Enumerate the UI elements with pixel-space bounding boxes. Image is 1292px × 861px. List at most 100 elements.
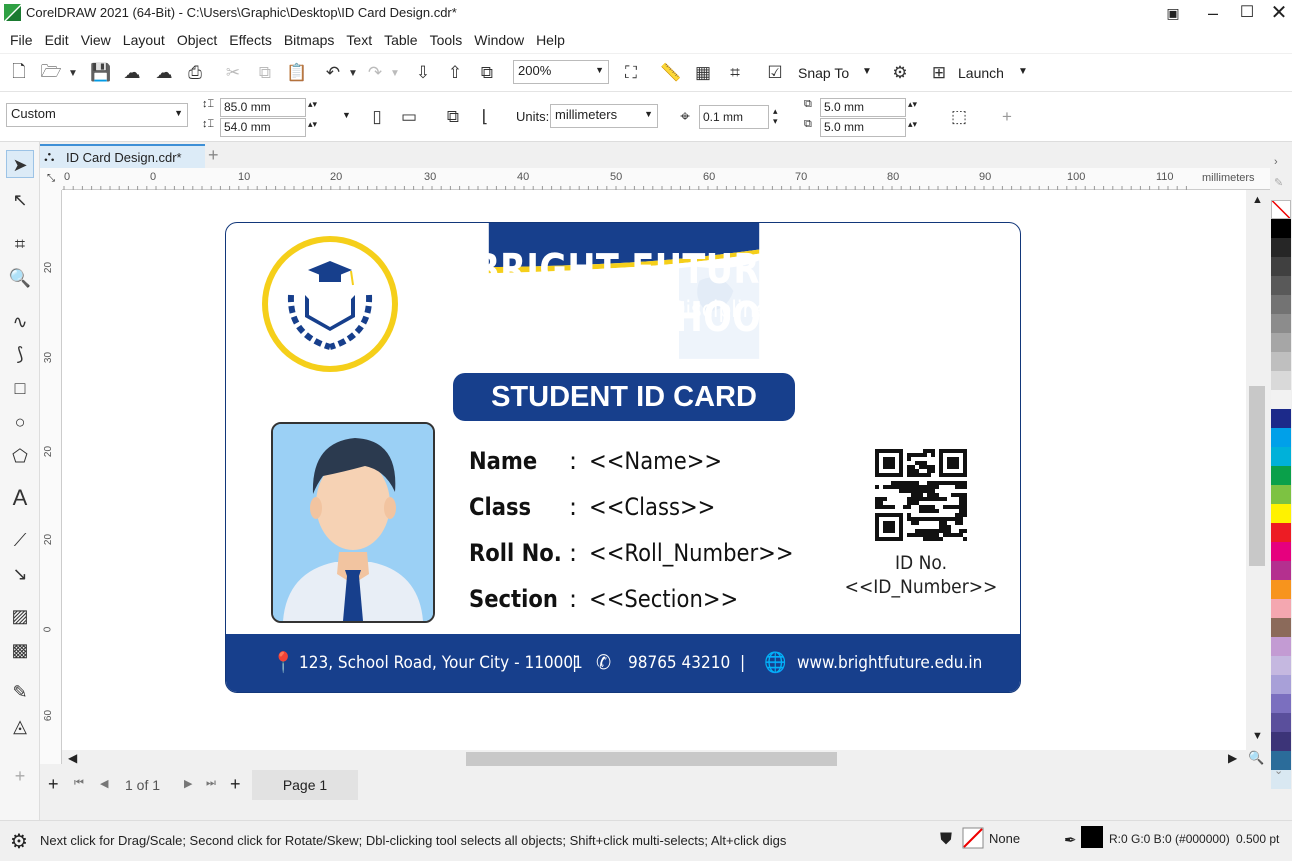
add-page-before-icon[interactable]: +: [48, 774, 59, 795]
zoom-level-select[interactable]: 200% ▼: [513, 60, 609, 84]
portrait-icon[interactable]: ▯: [364, 104, 390, 130]
paste-icon[interactable]: 📋: [284, 60, 310, 86]
ruler-origin-icon[interactable]: ⤡: [40, 168, 62, 190]
dup-y-stepper[interactable]: ▴▾: [908, 119, 917, 130]
palette-swatch[interactable]: [1271, 485, 1291, 504]
import-icon[interactable]: ⇩: [410, 60, 436, 86]
school-name[interactable]: BRIGHT FUTURE PUBLIC SCHOOL: [443, 245, 965, 341]
treat-as-filled-icon[interactable]: ⬚: [946, 104, 972, 130]
vertical-scroll-thumb[interactable]: [1249, 386, 1265, 566]
freehand-tool-icon[interactable]: ∿: [6, 308, 34, 336]
previous-page-icon[interactable]: ◀: [100, 777, 108, 790]
add-icon[interactable]: +: [994, 104, 1020, 130]
status-settings-icon[interactable]: ⚙: [10, 829, 28, 854]
palette-swatch[interactable]: [1271, 466, 1291, 485]
snap-to-button[interactable]: Snap To: [798, 65, 849, 81]
menu-table[interactable]: Table: [384, 28, 417, 52]
palette-swatch[interactable]: [1271, 314, 1291, 333]
menu-file[interactable]: File: [10, 28, 33, 52]
close-button[interactable]: ✕: [1262, 2, 1292, 24]
scroll-down-icon[interactable]: ▼: [1252, 730, 1263, 742]
horizontal-scrollbar[interactable]: ◀ ▶: [62, 750, 1246, 768]
launch-dropdown-icon[interactable]: ▼: [1018, 66, 1028, 77]
scroll-left-icon[interactable]: ◀: [68, 751, 77, 765]
palette-swatch[interactable]: [1271, 694, 1291, 713]
document-tab[interactable]: ⛬ ID Card Design.cdr*: [40, 144, 205, 168]
menu-bitmaps[interactable]: Bitmaps: [284, 28, 335, 52]
save-icon[interactable]: 💾: [88, 60, 114, 86]
palette-swatch[interactable]: [1271, 409, 1291, 428]
show-guidelines-icon[interactable]: ⌗: [722, 60, 748, 86]
all-pages-icon[interactable]: ⧉: [440, 104, 466, 130]
horizontal-ruler[interactable]: 0 0 10 20 30 40 50 60 70 80 90 100 110 m…: [62, 168, 1270, 190]
dup-x-stepper[interactable]: ▴▾: [908, 99, 917, 110]
palette-swatch[interactable]: [1271, 428, 1291, 447]
open-dropdown-icon[interactable]: ▼: [60, 60, 86, 86]
palette-swatch[interactable]: [1271, 656, 1291, 675]
shape-tool-icon[interactable]: ↖: [6, 186, 34, 214]
crop-tool-icon[interactable]: ⌗: [6, 230, 34, 258]
copy-icon[interactable]: ⧉: [252, 60, 278, 86]
palette-swatch[interactable]: [1271, 599, 1291, 618]
landscape-icon[interactable]: ▭: [396, 104, 422, 130]
palette-swatch[interactable]: [1271, 219, 1291, 238]
no-fill-swatch-icon[interactable]: [962, 827, 984, 849]
palette-swatch[interactable]: [1271, 580, 1291, 599]
menu-text[interactable]: Text: [346, 28, 372, 52]
palette-swatch[interactable]: [1271, 637, 1291, 656]
first-page-icon[interactable]: ⏮: [74, 777, 84, 790]
polygon-tool-icon[interactable]: ⬠: [6, 442, 34, 470]
vertical-scrollbar[interactable]: ▲ ▼: [1246, 190, 1270, 750]
palette-swatch[interactable]: [1271, 238, 1291, 257]
dynamic-guides-icon[interactable]: ☑: [762, 60, 788, 86]
minimize-button[interactable]: –: [1196, 2, 1230, 24]
scroll-right-icon[interactable]: ▶: [1228, 751, 1237, 765]
eyedropper-icon[interactable]: ✎: [6, 678, 34, 706]
page-1-tab[interactable]: Page 1: [252, 770, 358, 800]
launch-icon[interactable]: ⊞: [926, 60, 952, 86]
palette-swatch[interactable]: [1271, 504, 1291, 523]
palette-swatch[interactable]: [1271, 732, 1291, 751]
cloud-download-icon[interactable]: ☁: [151, 60, 177, 86]
scroll-up-icon[interactable]: ▲: [1252, 194, 1263, 206]
connector-tool-icon[interactable]: ↘: [6, 560, 34, 588]
palette-swatch[interactable]: [1271, 371, 1291, 390]
school-motto[interactable]: Knowledge • Discipline • Success: [424, 297, 984, 323]
id-card[interactable]: BRIGHT FUTURE PUBLIC SCHOOL Knowledge • …: [225, 222, 1021, 693]
menu-view[interactable]: View: [81, 28, 111, 52]
menu-help[interactable]: Help: [536, 28, 565, 52]
palette-swatch[interactable]: [1271, 618, 1291, 637]
maximize-button[interactable]: ☐: [1230, 2, 1264, 24]
text-tool-icon[interactable]: A: [6, 484, 34, 512]
dock-expand-icon[interactable]: ›: [1274, 156, 1278, 168]
new-document-icon[interactable]: 🗋: [6, 60, 32, 86]
ellipse-tool-icon[interactable]: ○: [6, 408, 34, 436]
full-screen-icon[interactable]: ⛶: [618, 60, 644, 86]
user-icon[interactable]: ▣: [1156, 2, 1190, 24]
last-page-icon[interactable]: ⏭: [206, 777, 216, 790]
add-tool-icon[interactable]: +: [6, 762, 34, 790]
palette-scroll-icon[interactable]: ⌄: [1274, 764, 1283, 777]
show-rulers-icon[interactable]: 📏: [658, 60, 684, 86]
menu-layout[interactable]: Layout: [123, 28, 165, 52]
snap-to-dropdown-icon[interactable]: ▼: [862, 66, 872, 77]
menu-object[interactable]: Object: [177, 28, 217, 52]
units-select[interactable]: millimeters ▼: [550, 104, 658, 128]
color-eyedropper-icon[interactable]: ✎: [1274, 176, 1283, 189]
publish-icon[interactable]: ⧉: [474, 60, 500, 86]
menu-effects[interactable]: Effects: [229, 28, 272, 52]
drawing-canvas[interactable]: BRIGHT FUTURE PUBLIC SCHOOL Knowledge • …: [62, 190, 1246, 750]
width-stepper[interactable]: ▴▾: [308, 99, 317, 110]
palette-swatch[interactable]: [1271, 713, 1291, 732]
duplicate-distance-y-field[interactable]: 5.0 mm: [820, 118, 906, 137]
drop-shadow-icon[interactable]: ▨: [6, 602, 34, 630]
qr-code-icon[interactable]: [875, 449, 967, 541]
palette-swatch[interactable]: [1271, 352, 1291, 371]
palette-swatch[interactable]: [1271, 257, 1291, 276]
page-width-field[interactable]: 85.0 mm: [220, 98, 306, 117]
options-gear-icon[interactable]: ⚙: [887, 60, 913, 86]
horizontal-scroll-thumb[interactable]: [466, 752, 837, 766]
palette-swatch[interactable]: [1271, 561, 1291, 580]
height-stepper[interactable]: ▴▾: [308, 119, 317, 130]
next-page-icon[interactable]: ▶: [184, 777, 192, 790]
